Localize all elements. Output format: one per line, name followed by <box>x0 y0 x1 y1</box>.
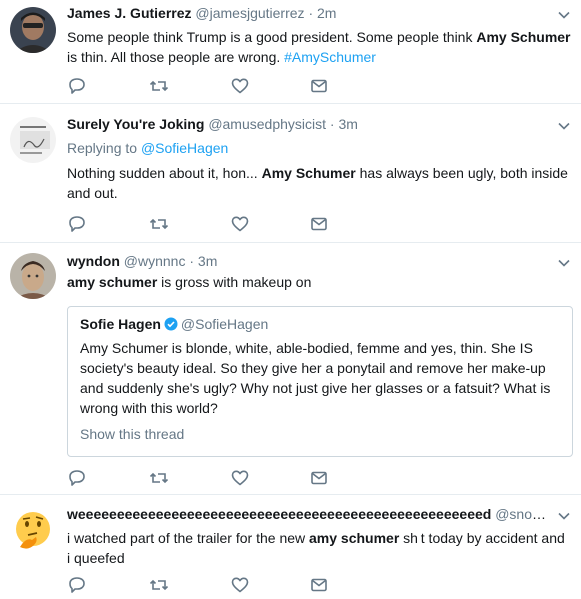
tweet-header: weeeeeeeeeeeeeeeeeeeeeeeeeeeeeeeeeeeeeee… <box>67 505 571 524</box>
text-highlight: Amy Schumer <box>261 165 356 181</box>
quoted-tweet[interactable]: Sofie Hagen @SofieHagen Amy Schumer is bl… <box>67 306 573 457</box>
chevron-down-icon[interactable] <box>557 511 571 521</box>
tweet-header: James J. Gutierrez @jamesjgutierrez · 2m <box>67 4 571 23</box>
heart-icon[interactable] <box>230 575 250 595</box>
reply-icon[interactable] <box>67 76 87 96</box>
author-handle[interactable]: @snow... <box>495 506 553 522</box>
heart-icon[interactable] <box>230 76 250 96</box>
text-highlight: amy schumer <box>309 530 400 546</box>
reply-icon[interactable] <box>67 468 87 488</box>
author-name[interactable]: James J. Gutierrez <box>67 5 192 21</box>
reply-icon[interactable] <box>67 575 87 595</box>
retweet-icon[interactable] <box>149 468 169 488</box>
text-segment: Some people think Trump is a good presid… <box>67 29 477 45</box>
reply-icon[interactable] <box>67 214 87 234</box>
retweet-icon[interactable] <box>149 214 169 234</box>
tweet[interactable]: weeeeeeeeeeeeeeeeeeeeeeeeeeeeeeeeeeeeeee… <box>0 495 581 599</box>
heart-icon[interactable] <box>230 468 250 488</box>
timestamp[interactable]: 3m <box>198 253 217 269</box>
tweet[interactable]: Surely You're Joking @amusedphysicist · … <box>0 104 581 243</box>
verified-badge-icon <box>164 317 178 331</box>
timestamp[interactable]: 3m <box>338 116 357 132</box>
avatar[interactable] <box>10 507 56 553</box>
tweet[interactable]: wyndon @wynnnc · 3m amy schumer is gross… <box>0 243 581 495</box>
author-handle[interactable]: @jamesjgutierrez <box>195 5 304 21</box>
timestamp[interactable]: 2m <box>317 5 336 21</box>
text-highlight: Amy Schumer <box>476 29 571 45</box>
tweet-text: i watched part of the trailer for the ne… <box>67 528 571 568</box>
replying-to-handle[interactable]: @SofieHagen <box>141 140 228 156</box>
mail-icon[interactable] <box>309 468 329 488</box>
author-handle[interactable]: @wynnnc <box>124 253 186 269</box>
separator: · <box>308 5 314 21</box>
retweet-icon[interactable] <box>149 575 169 595</box>
tweet-text: Some people think Trump is a good presid… <box>67 27 571 67</box>
tweet-header: wyndon @wynnnc · 3m <box>67 252 571 271</box>
heart-icon[interactable] <box>230 214 250 234</box>
retweet-icon[interactable] <box>149 76 169 96</box>
chevron-down-icon[interactable] <box>557 10 571 20</box>
author-name[interactable]: Surely You're Joking <box>67 116 204 132</box>
chevron-down-icon[interactable] <box>557 258 571 268</box>
chevron-down-icon[interactable] <box>557 121 571 131</box>
avatar[interactable] <box>10 7 56 53</box>
tweet-header: Surely You're Joking @amusedphysicist · … <box>67 115 571 134</box>
author-handle[interactable]: @amusedphysicist <box>208 116 326 132</box>
tweet-text: amy schumer is gross with makeup on <box>67 272 571 292</box>
quoted-tweet-text: Amy Schumer is blonde, white, able-bodie… <box>80 340 551 416</box>
avatar[interactable] <box>10 117 56 163</box>
hashtag-link[interactable]: #AmySchumer <box>284 49 376 65</box>
text-segment: i watched part of the trailer for the ne… <box>67 530 310 546</box>
separator: · <box>189 253 195 269</box>
mail-icon[interactable] <box>309 76 329 96</box>
tweet-text: Nothing sudden about it, hon... Amy Schu… <box>67 163 571 203</box>
text-highlight: amy schumer <box>67 274 158 290</box>
text-segment: is gross with makeup on <box>157 274 312 290</box>
separator: · <box>329 116 335 132</box>
quoted-author-name: Sofie Hagen <box>80 316 161 332</box>
quoted-tweet-header: Sofie Hagen @SofieHagen <box>80 315 560 334</box>
mail-icon[interactable] <box>309 575 329 595</box>
replying-to: Replying to @SofieHagen <box>67 139 571 158</box>
text-segment: is thin. All those people are wrong. <box>67 49 285 65</box>
quoted-author-handle: @SofieHagen <box>180 316 269 332</box>
replying-to-label: Replying to <box>67 140 141 156</box>
tweet[interactable]: James J. Gutierrez @jamesjgutierrez · 2m… <box>0 0 581 104</box>
text-segment: Nothing sudden about it, hon... <box>67 165 262 181</box>
show-thread-link[interactable]: Show this thread <box>80 424 560 444</box>
author-name[interactable]: wyndon <box>67 253 120 269</box>
author-name[interactable]: weeeeeeeeeeeeeeeeeeeeeeeeeeeeeeeeeeeeeee… <box>67 506 491 522</box>
avatar[interactable] <box>10 253 56 299</box>
mail-icon[interactable] <box>309 214 329 234</box>
